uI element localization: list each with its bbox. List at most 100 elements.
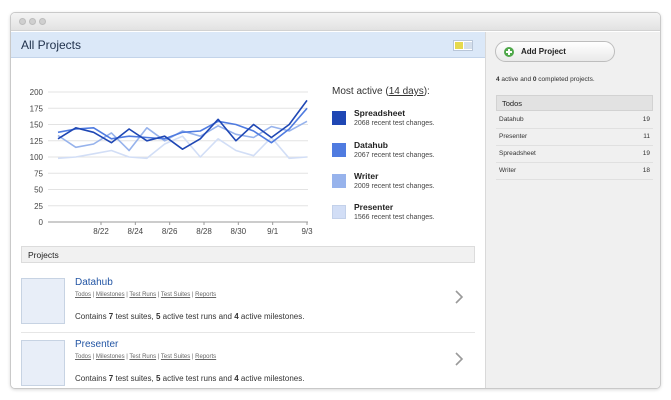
add-project-label: Add Project bbox=[521, 47, 566, 56]
link-separator: | bbox=[191, 292, 194, 298]
legend-item-name: Datahub bbox=[354, 140, 388, 150]
x-tick-label: 8/26 bbox=[162, 227, 178, 236]
project-description: Contains 7 test suites, 5 active test ru… bbox=[75, 374, 304, 383]
link-separator: | bbox=[191, 354, 194, 360]
todo-count: 19 bbox=[642, 116, 650, 123]
todos-link[interactable]: Todos bbox=[75, 354, 91, 360]
x-tick-label: 8/30 bbox=[231, 227, 247, 236]
legend-swatch bbox=[332, 205, 346, 219]
legend-swatch bbox=[332, 174, 346, 188]
x-tick-label: 8/28 bbox=[196, 227, 212, 236]
title-bar bbox=[11, 13, 660, 31]
reports-link[interactable]: Reports bbox=[195, 354, 216, 360]
days-range-link[interactable]: 14 days bbox=[389, 86, 424, 97]
legend-title: Most active (14 days): bbox=[332, 86, 430, 97]
legend-swatch bbox=[332, 111, 346, 125]
desc-text: active milestones. bbox=[238, 312, 305, 321]
desc-text: test suites, bbox=[113, 374, 156, 383]
desc-text: Contains bbox=[75, 312, 109, 321]
y-tick-label: 100 bbox=[30, 153, 44, 162]
todo-count: 11 bbox=[643, 133, 650, 140]
summary-text: completed projects. bbox=[536, 76, 595, 83]
projects-summary: 4 active and 0 completed projects. bbox=[496, 76, 595, 83]
plus-circle-icon bbox=[504, 47, 514, 57]
project-row-presenter[interactable]: Presenter Todos | Milestones | Test Runs… bbox=[21, 339, 475, 388]
legend-item-changes: 1566 recent test changes. bbox=[354, 214, 435, 221]
desc-text: active test runs and bbox=[160, 312, 235, 321]
link-separator: | bbox=[157, 292, 160, 298]
milestones-link[interactable]: Milestones bbox=[96, 354, 125, 360]
y-tick-label: 150 bbox=[30, 121, 44, 130]
desc-text: Contains bbox=[75, 374, 109, 383]
todos-title: Todos bbox=[502, 99, 523, 108]
legend-item-changes: 2067 recent test changes. bbox=[354, 152, 435, 159]
legend-swatch bbox=[332, 143, 346, 157]
minimize-window-icon[interactable] bbox=[29, 18, 36, 25]
x-tick-label: 9/3 bbox=[301, 227, 313, 236]
x-tick-label: 9/1 bbox=[267, 227, 279, 236]
y-tick-label: 0 bbox=[39, 218, 44, 227]
close-window-icon[interactable] bbox=[19, 18, 26, 25]
y-tick-label: 25 bbox=[34, 202, 43, 211]
todo-item[interactable]: Spreadsheet 19 bbox=[496, 146, 653, 163]
todo-item[interactable]: Presenter 11 bbox=[496, 129, 653, 146]
view-toggle-list-part bbox=[464, 42, 472, 49]
desc-text: active milestones. bbox=[238, 374, 305, 383]
legend-title-prefix: Most active ( bbox=[332, 86, 389, 97]
link-separator: | bbox=[126, 354, 128, 360]
link-separator: | bbox=[126, 292, 128, 298]
todo-item[interactable]: Datahub 19 bbox=[496, 112, 653, 129]
y-tick-label: 50 bbox=[34, 186, 43, 195]
project-links: Todos | Milestones | Test Runs | Test Su… bbox=[75, 292, 216, 298]
todo-project-name: Datahub bbox=[499, 116, 524, 123]
legend-item-name: Spreadsheet bbox=[354, 108, 406, 118]
todos-link[interactable]: Todos bbox=[75, 292, 91, 298]
x-tick-label: 8/22 bbox=[93, 227, 109, 236]
view-toggle-icon[interactable] bbox=[453, 40, 473, 51]
link-separator: | bbox=[92, 354, 95, 360]
todo-count: 18 bbox=[642, 167, 650, 174]
reports-link[interactable]: Reports bbox=[195, 292, 216, 298]
page-header: All Projects bbox=[11, 32, 485, 58]
page-title: All Projects bbox=[21, 38, 82, 52]
chevron-right-icon[interactable] bbox=[454, 352, 464, 366]
legend-item-changes: 2068 recent test changes. bbox=[354, 120, 435, 127]
legend-item-name: Presenter bbox=[354, 202, 394, 212]
project-links: Todos | Milestones | Test Runs | Test Su… bbox=[75, 354, 216, 360]
zoom-window-icon[interactable] bbox=[39, 18, 46, 25]
y-tick-label: 125 bbox=[30, 137, 44, 146]
summary-text: active and bbox=[499, 76, 533, 83]
test-runs-link[interactable]: Test Runs bbox=[129, 292, 156, 298]
todo-item[interactable]: Writer 18 bbox=[496, 163, 653, 180]
project-row-datahub[interactable]: Datahub Todos | Milestones | Test Runs |… bbox=[21, 277, 475, 336]
project-name-link[interactable]: Presenter bbox=[75, 339, 118, 350]
todo-count: 19 bbox=[642, 150, 650, 157]
test-runs-link[interactable]: Test Runs bbox=[129, 354, 156, 360]
project-name-link[interactable]: Datahub bbox=[75, 277, 113, 288]
project-thumbnail[interactable] bbox=[21, 278, 65, 324]
projects-section-title: Projects bbox=[28, 250, 59, 260]
todos-header: Todos bbox=[496, 95, 653, 111]
y-tick-label: 75 bbox=[34, 169, 43, 178]
series-line-datahub bbox=[57, 107, 308, 144]
todo-project-name: Presenter bbox=[499, 133, 528, 140]
todo-project-name: Writer bbox=[499, 167, 517, 174]
x-tick-label: 8/24 bbox=[128, 227, 144, 236]
add-project-button[interactable]: Add Project bbox=[495, 41, 615, 62]
test-suites-link[interactable]: Test Suites bbox=[161, 354, 190, 360]
y-tick-label: 200 bbox=[30, 88, 44, 97]
link-separator: | bbox=[92, 292, 95, 298]
legend-title-suffix: ): bbox=[423, 86, 430, 97]
legend-item-name: Writer bbox=[354, 171, 379, 181]
link-separator: | bbox=[157, 354, 160, 360]
chevron-right-icon[interactable] bbox=[454, 290, 464, 304]
todo-project-name: Spreadsheet bbox=[499, 150, 536, 157]
milestones-link[interactable]: Milestones bbox=[96, 292, 125, 298]
activity-line-chart: 0 25 50 75 100 125 150 175 200 8/22 8/24 8/26 8/28 8/… bbox=[30, 88, 313, 236]
desc-text: active test runs and bbox=[160, 374, 235, 383]
legend-item-changes: 2009 recent test changes. bbox=[354, 183, 435, 190]
test-suites-link[interactable]: Test Suites bbox=[161, 292, 190, 298]
y-tick-label: 175 bbox=[30, 104, 44, 113]
project-thumbnail[interactable] bbox=[21, 340, 65, 386]
row-divider bbox=[21, 332, 475, 333]
